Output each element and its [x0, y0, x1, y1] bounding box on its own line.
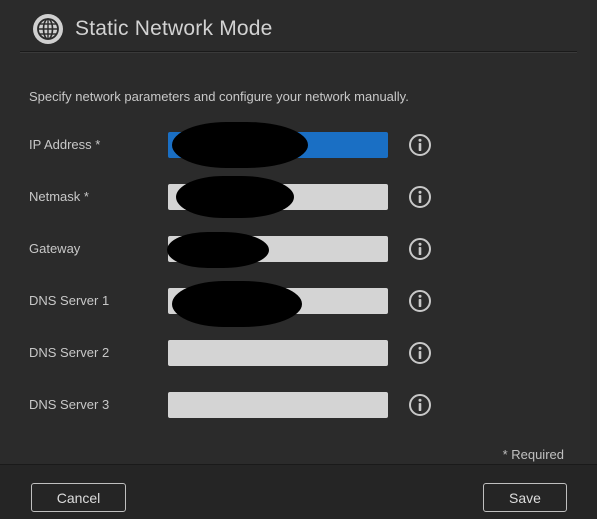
dialog-title: Static Network Mode — [75, 17, 273, 40]
field-label: DNS Server 3 — [29, 397, 110, 412]
dns-server-3-input[interactable] — [168, 392, 388, 418]
dns-server-2-input[interactable] — [168, 340, 388, 366]
redaction-mark — [172, 281, 302, 327]
info-circle-icon[interactable] — [408, 341, 432, 365]
info-circle-icon[interactable] — [408, 237, 432, 261]
field-row-gateway: Gateway — [0, 232, 597, 268]
field-label: Netmask * — [29, 189, 89, 204]
globe-icon — [33, 14, 63, 44]
info-circle-icon[interactable] — [408, 185, 432, 209]
required-note: * Required — [502, 447, 564, 462]
info-circle-icon[interactable] — [408, 393, 432, 417]
field-row-ip-address: IP Address * — [0, 122, 597, 168]
info-circle-icon[interactable] — [408, 133, 432, 157]
static-network-dialog: Static Network Mode Specify network para… — [0, 0, 597, 519]
field-row-netmask: Netmask * — [0, 176, 597, 218]
field-row-dns-server-3: DNS Server 3 — [0, 391, 597, 419]
field-label: DNS Server 2 — [29, 345, 110, 360]
field-row-dns-server-1: DNS Server 1 — [0, 281, 597, 327]
redaction-mark — [167, 232, 269, 268]
field-label: DNS Server 1 — [29, 293, 110, 308]
title-divider — [20, 51, 577, 53]
field-label: IP Address * — [29, 137, 101, 152]
dialog-title-bar: Static Network Mode — [0, 0, 597, 53]
dialog-description: Specify network parameters and configure… — [29, 89, 409, 104]
redaction-mark — [172, 122, 308, 168]
redaction-mark — [176, 176, 294, 218]
save-button[interactable]: Save — [483, 483, 567, 512]
field-label: Gateway — [29, 241, 81, 256]
info-circle-icon[interactable] — [408, 289, 432, 313]
field-row-dns-server-2: DNS Server 2 — [0, 339, 597, 367]
dialog-footer: Cancel Save — [0, 464, 597, 519]
cancel-button[interactable]: Cancel — [31, 483, 126, 512]
